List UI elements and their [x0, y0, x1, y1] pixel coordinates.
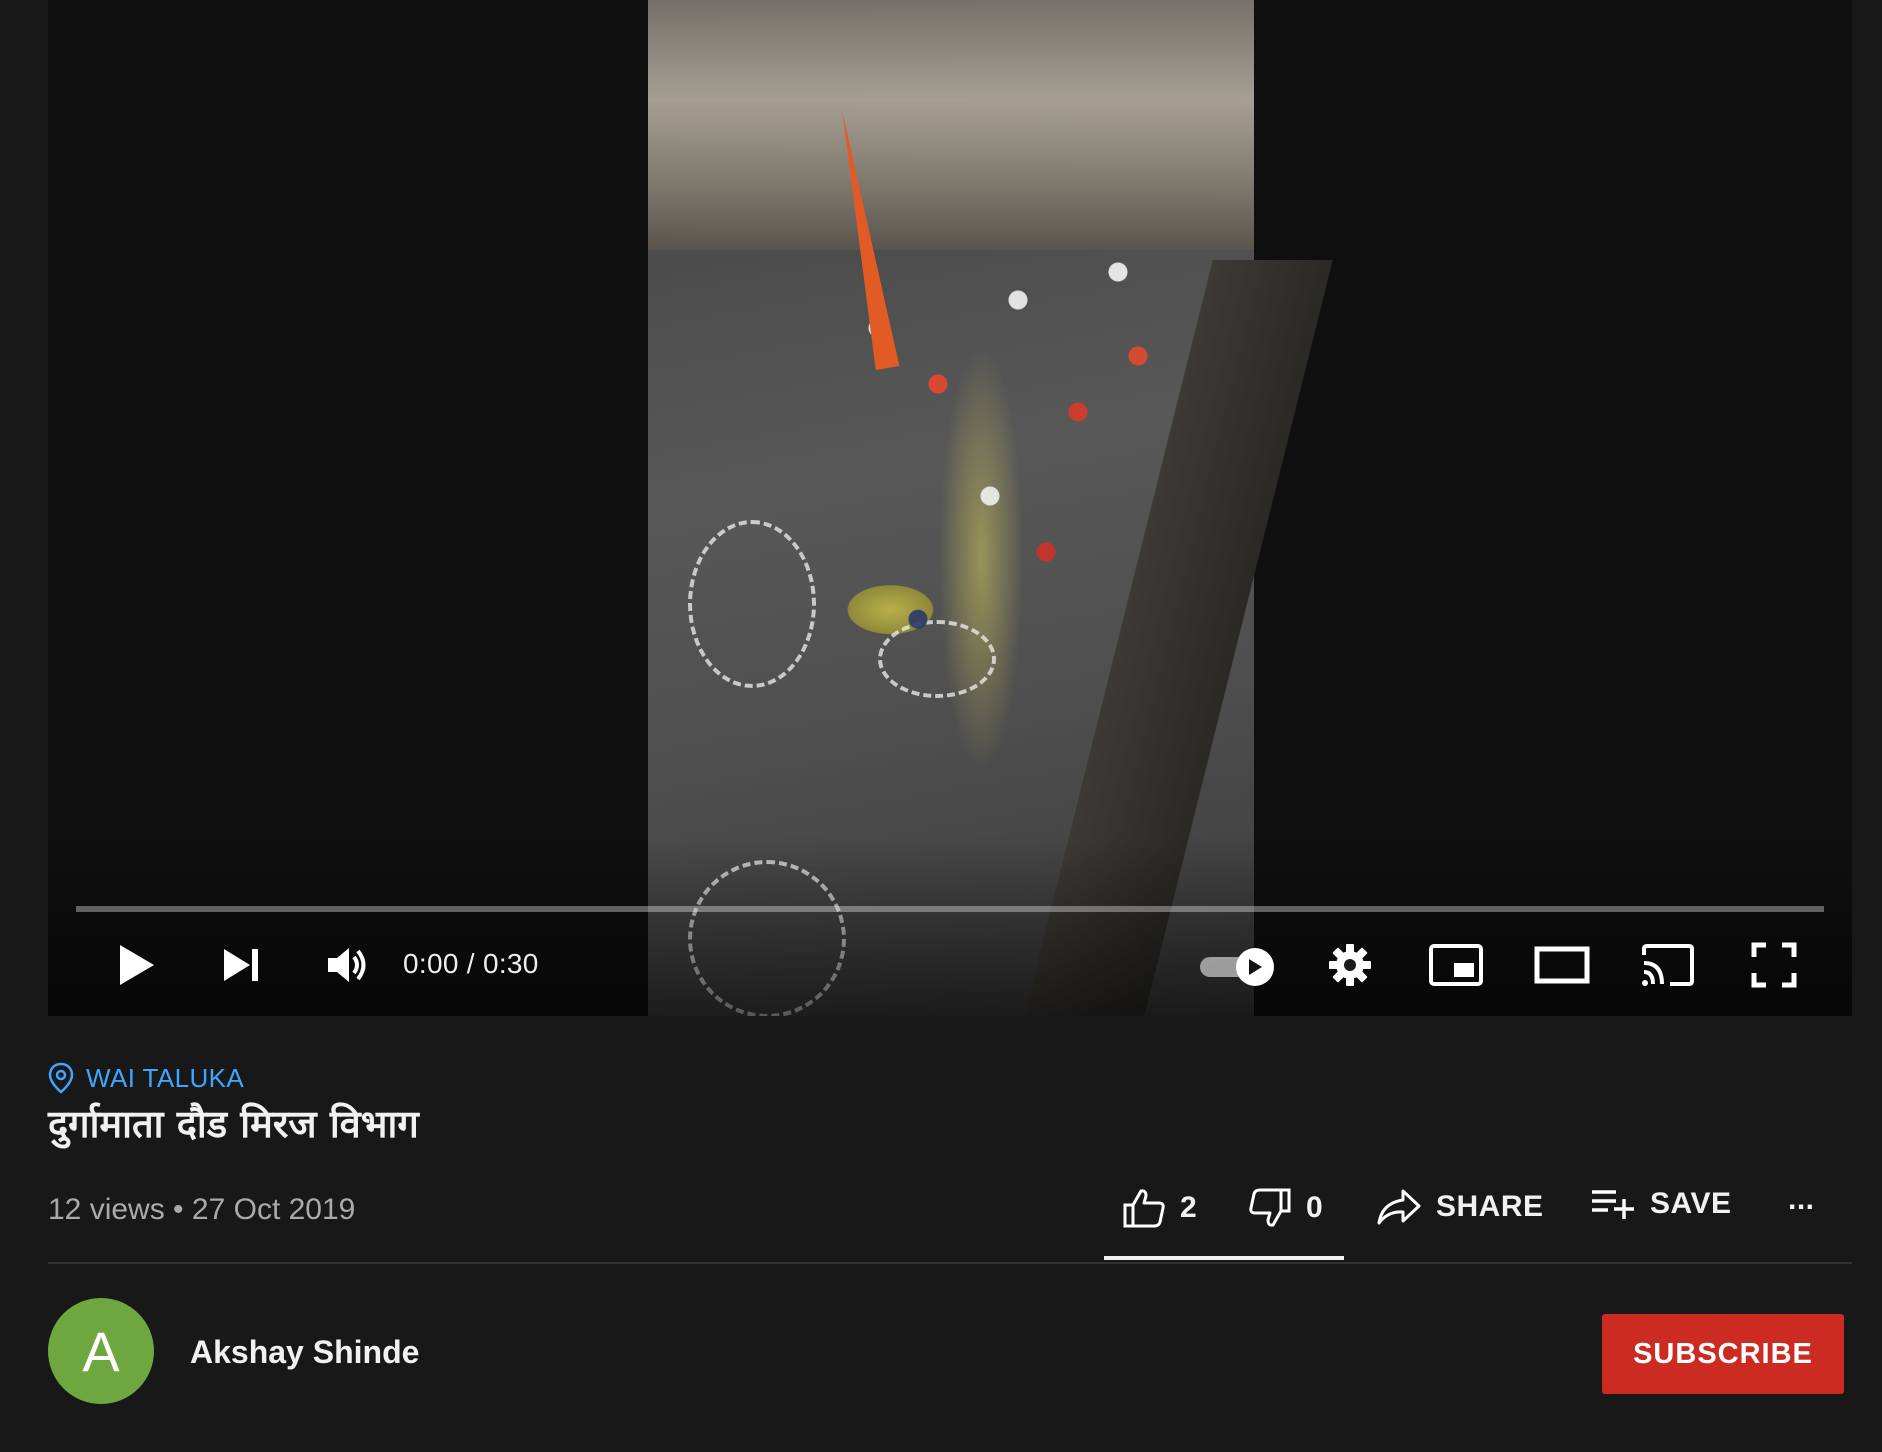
fullscreen-button[interactable] — [1732, 932, 1816, 998]
channel-name[interactable]: Akshay Shinde — [190, 1334, 419, 1371]
play-icon — [120, 945, 154, 985]
avatar-letter: A — [82, 1319, 120, 1383]
video-meta-row: 12 views • 27 Oct 2019 2 0 SHARE SAVE ..… — [48, 1175, 1852, 1265]
like-button[interactable]: 2 — [1122, 1187, 1197, 1229]
location-pin-icon — [48, 1062, 74, 1094]
upload-date: 27 Oct 2019 — [191, 1193, 356, 1226]
cast-icon — [1642, 944, 1694, 986]
volume-icon — [328, 948, 366, 982]
next-button[interactable] — [200, 932, 284, 998]
like-count: 2 — [1180, 1191, 1198, 1224]
video-title: दुर्गामाता दौड मिरज विभाग — [48, 1102, 419, 1146]
view-count: 12 views — [48, 1193, 165, 1226]
more-actions-button[interactable]: ... — [1788, 1183, 1815, 1217]
save-button[interactable]: SAVE — [1590, 1187, 1731, 1221]
theater-mode-button[interactable] — [1520, 932, 1604, 998]
cast-button[interactable] — [1626, 932, 1710, 998]
time-display: 0:00 / 0:30 — [403, 948, 539, 980]
settings-button[interactable] — [1308, 932, 1392, 998]
time-separator: / — [458, 948, 483, 979]
next-icon — [224, 949, 258, 981]
playlist-add-icon — [1592, 1190, 1634, 1219]
sentiment-bar-fill — [1104, 1256, 1344, 1260]
video-scene-rangoli — [688, 520, 816, 688]
dislike-button[interactable]: 0 — [1248, 1187, 1323, 1229]
dislike-count: 0 — [1306, 1191, 1324, 1224]
location-link[interactable]: WAI TALUKA — [48, 1060, 1852, 1096]
gear-icon — [1329, 944, 1371, 986]
sentiment-bar — [1104, 1256, 1344, 1260]
date-separator: • — [164, 1193, 192, 1226]
more-icon: ... — [1788, 1183, 1815, 1216]
video-player[interactable]: 0:00 / 0:30 — [48, 0, 1852, 1016]
avatar[interactable]: A — [48, 1298, 154, 1404]
miniplayer-icon — [1429, 944, 1483, 986]
subscribe-button[interactable]: SUBSCRIBE — [1602, 1314, 1844, 1394]
location-label: WAI TALUKA — [86, 1062, 245, 1093]
channel-row: A Akshay Shinde SUBSCRIBE — [48, 1298, 1852, 1408]
view-count-and-date: 12 views • 27 Oct 2019 — [48, 1193, 355, 1227]
miniplayer-button[interactable] — [1414, 932, 1498, 998]
save-label: SAVE — [1650, 1187, 1732, 1220]
fullscreen-icon — [1751, 942, 1797, 988]
play-button[interactable] — [94, 932, 178, 998]
volume-button[interactable] — [306, 932, 390, 998]
progress-bar[interactable] — [76, 906, 1824, 912]
share-icon — [1377, 1189, 1421, 1225]
theater-mode-icon — [1534, 946, 1590, 984]
autoplay-toggle[interactable] — [1200, 948, 1274, 986]
thumbs-down-icon — [1249, 1188, 1291, 1227]
time-total: 0:30 — [482, 948, 539, 979]
time-current: 0:00 — [403, 948, 459, 979]
thumbs-up-icon — [1123, 1189, 1165, 1228]
divider — [48, 1262, 1852, 1264]
share-button[interactable]: SHARE — [1376, 1187, 1544, 1227]
autoplay-knob — [1236, 948, 1274, 986]
video-info: WAI TALUKA दुर्गामाता दौड मिरज विभाग 12 … — [48, 1060, 1852, 1404]
autoplay-play-icon — [1249, 959, 1262, 975]
share-label: SHARE — [1436, 1190, 1544, 1223]
